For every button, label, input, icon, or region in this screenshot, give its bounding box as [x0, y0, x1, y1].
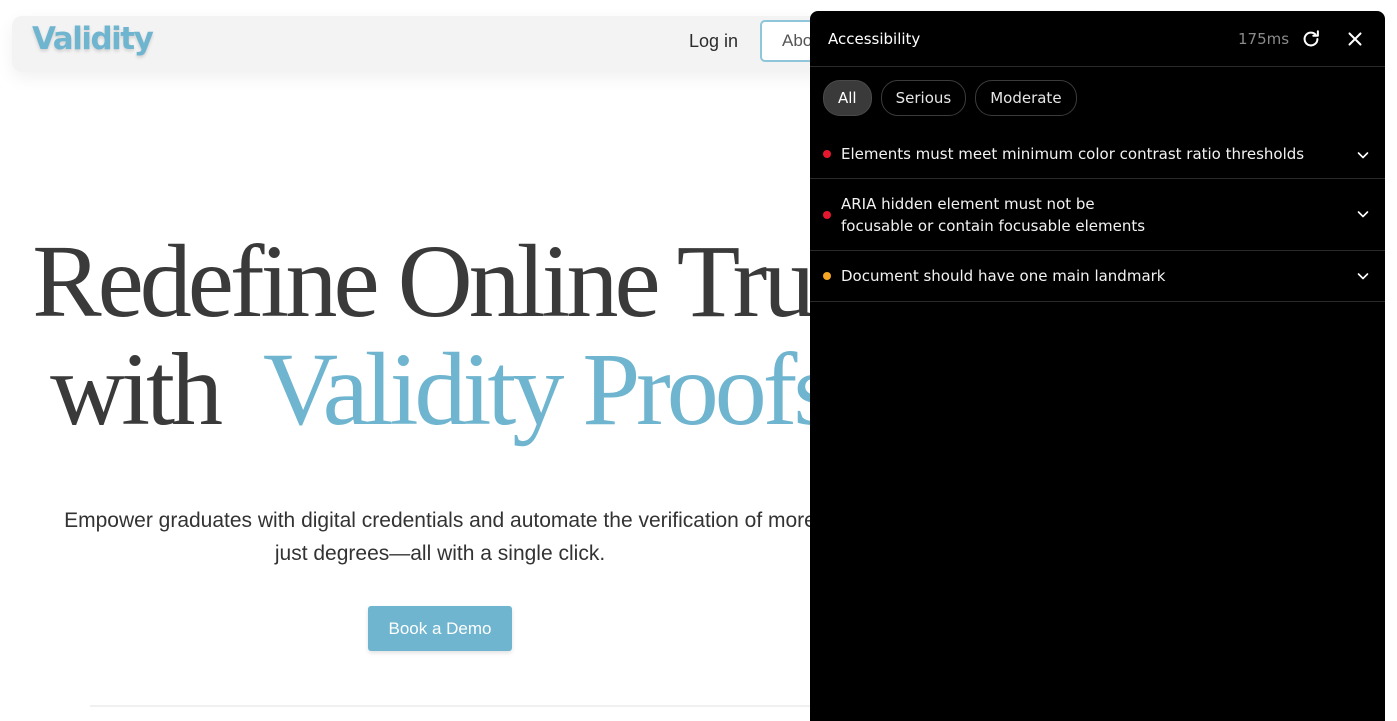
filter-moderate[interactable]: Moderate — [975, 80, 1077, 116]
hero-subtitle-line2: just degrees—all with a single click. — [274, 542, 606, 565]
issue-item-main-landmark[interactable]: Document should have one main landmark — [810, 251, 1385, 302]
chevron-down-icon[interactable] — [1355, 268, 1371, 284]
close-icon[interactable] — [1344, 28, 1366, 50]
panel-header: Accessibility 175ms — [810, 11, 1385, 67]
severity-dot — [823, 211, 831, 219]
book-demo-button[interactable]: Book a Demo — [368, 606, 512, 651]
hero-title-plain: with — [50, 332, 223, 447]
section-divider — [90, 705, 810, 707]
hero-title-accent: Validity Proofs — [263, 332, 834, 447]
filter-all[interactable]: All — [823, 80, 872, 116]
filter-serious[interactable]: Serious — [880, 80, 967, 116]
accessibility-panel: Accessibility 175ms All Serious Moderate… — [810, 11, 1385, 721]
chevron-down-icon[interactable] — [1355, 147, 1371, 163]
issue-text: ARIA hidden element must not be focusabl… — [841, 195, 1146, 235]
panel-title: Accessibility — [828, 30, 921, 48]
severity-dot — [823, 272, 831, 280]
issue-item-color-contrast[interactable]: Elements must meet minimum color contras… — [810, 132, 1385, 179]
severity-filters: All Serious Moderate — [823, 80, 1077, 116]
login-link[interactable]: Log in — [689, 31, 738, 52]
hero-subtitle-line1: Empower graduates with digital credentia… — [64, 509, 816, 532]
hero-subtitle: Empower graduates with digital credentia… — [0, 504, 880, 570]
issue-list: Elements must meet minimum color contras… — [810, 132, 1385, 302]
refresh-icon[interactable] — [1300, 28, 1322, 50]
hero-title: Redefine Online Trus with Validity Proof… — [0, 228, 880, 444]
site-logo[interactable]: Validity — [32, 21, 154, 57]
issue-text: Document should have one main landmark — [841, 267, 1166, 285]
scan-timing: 175ms — [1238, 30, 1290, 48]
hero-title-line1: Redefine Online Trus — [32, 224, 852, 339]
issue-item-aria-hidden[interactable]: ARIA hidden element must not be focusabl… — [810, 179, 1385, 251]
chevron-down-icon[interactable] — [1355, 206, 1371, 222]
hero-title-line2: with Validity Proofs — [0, 336, 880, 444]
severity-dot — [823, 150, 831, 158]
issue-text: Elements must meet minimum color contras… — [841, 145, 1305, 163]
